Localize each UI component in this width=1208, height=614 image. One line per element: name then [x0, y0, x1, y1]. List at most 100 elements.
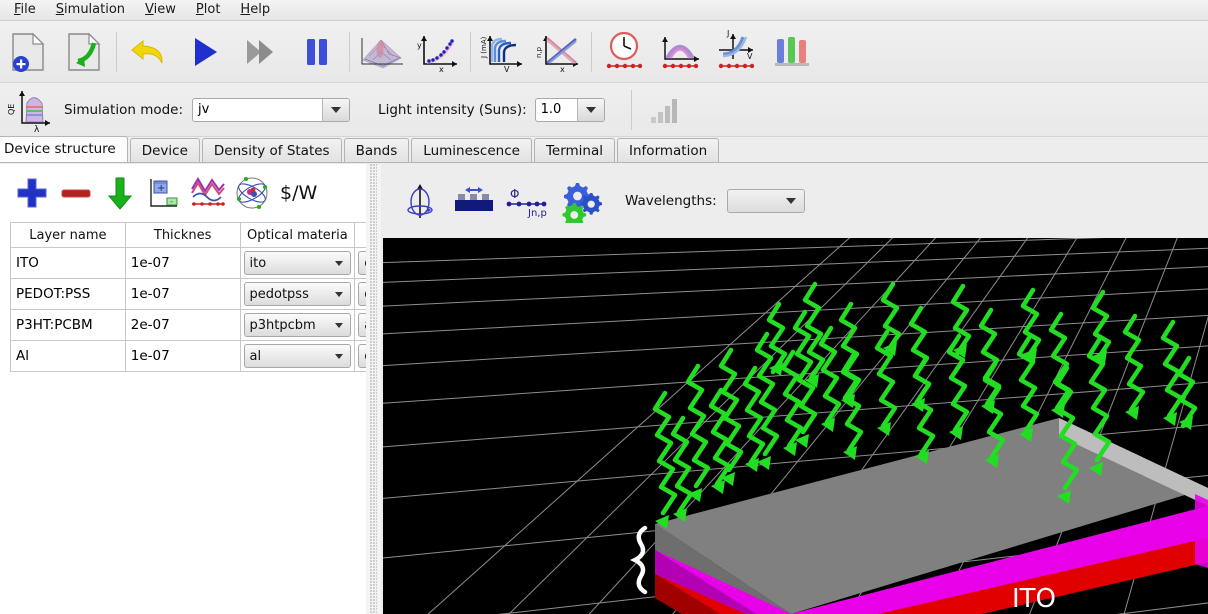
- cell-layer-type[interactable]: active: [354, 309, 366, 341]
- qe-plot-button[interactable]: QE λ: [6, 86, 56, 134]
- cell-thickness[interactable]: 1e-07: [124, 278, 241, 310]
- cell-layer-type[interactable]: other: [354, 278, 366, 310]
- scatter-fit-button[interactable]: y x: [410, 24, 466, 80]
- menu-item-file[interactable]: File: [4, 0, 46, 20]
- view-toolbar: Φ Jn,p Wavelengths:: [381, 164, 1208, 238]
- cell-optical-material[interactable]: pedotpss: [239, 278, 356, 310]
- cell-thickness[interactable]: 1e-07: [124, 340, 241, 372]
- time-domain-button[interactable]: [596, 24, 652, 80]
- column-header-layer-type[interactable]: Laye: [354, 222, 366, 248]
- cell-thickness[interactable]: 1e-07: [124, 247, 241, 279]
- chevron-down-icon: [328, 260, 350, 266]
- svg-text:Φ: Φ: [510, 187, 519, 201]
- menu-item-simulation[interactable]: Simulation: [46, 0, 135, 20]
- layer-type-combobox[interactable]: active: [358, 313, 366, 337]
- rotate-view-button[interactable]: [393, 176, 447, 226]
- menu-item-view[interactable]: View: [135, 0, 186, 20]
- tab-device-structure[interactable]: Device structure: [0, 136, 128, 162]
- flux-jnp-icon: Φ Jn,p: [506, 187, 547, 219]
- wavelengths-label: Wavelengths:: [625, 193, 717, 209]
- device-view-pane: Φ Jn,p Wavelengths: ITO: [381, 164, 1208, 614]
- pause-icon: [307, 38, 327, 65]
- spectrum-button[interactable]: [764, 24, 820, 80]
- simulation-mode-combobox[interactable]: jv: [192, 97, 351, 122]
- material-database-button[interactable]: [230, 171, 274, 215]
- menu-item-plot[interactable]: Plot: [186, 0, 231, 20]
- tab-density-of-states[interactable]: Density of States: [201, 138, 342, 162]
- layer-type-combobox[interactable]: other: [358, 282, 366, 306]
- pane-splitter[interactable]: [366, 164, 381, 614]
- table-row[interactable]: ITO 1e-07 ito contac: [10, 247, 366, 279]
- undo-button[interactable]: [121, 24, 177, 80]
- svg-text:x: x: [439, 65, 444, 74]
- table-row[interactable]: PEDOT:PSS 1e-07 pedotpss other: [10, 278, 366, 310]
- layer-type-combobox[interactable]: contac: [358, 251, 366, 275]
- np-curve-button[interactable]: n,p x: [531, 24, 587, 80]
- simtoolbar-separator: [630, 89, 632, 130]
- table-row[interactable]: Al 1e-07 al contac: [10, 340, 366, 372]
- layer-type-combobox[interactable]: contac: [358, 344, 366, 368]
- toolbar-separator-1: [116, 31, 117, 72]
- flux-jnp-button[interactable]: Φ Jn,p: [501, 176, 555, 226]
- svg-text:Jn,p: Jn,p: [527, 208, 547, 219]
- run-button[interactable]: [177, 24, 233, 80]
- layer-view-button[interactable]: [447, 176, 501, 226]
- layers-table: Layer name Thicknes Optical materia Laye…: [10, 222, 366, 372]
- add-layer-icon: [17, 178, 47, 208]
- table-header-row: Layer name Thicknes Optical materia Laye: [10, 222, 366, 248]
- jv-axes-button[interactable]: J V: [708, 24, 764, 80]
- cell-layer-name[interactable]: P3HT:PCBM: [10, 309, 126, 341]
- device-3d-canvas[interactable]: [383, 238, 1208, 614]
- wavelengths-combobox[interactable]: [726, 189, 805, 213]
- optical-material-combobox[interactable]: ito: [243, 251, 352, 275]
- optical-material-combobox[interactable]: p3htpcbm: [243, 313, 352, 337]
- optical-material-value: ito: [249, 255, 267, 271]
- step-button[interactable]: [233, 24, 289, 80]
- column-header-thickness[interactable]: Thicknes: [124, 222, 241, 248]
- cell-optical-material[interactable]: al: [239, 340, 356, 372]
- move-layer-down-button[interactable]: [98, 171, 142, 215]
- remove-layer-button[interactable]: [54, 171, 98, 215]
- cell-optical-material[interactable]: p3htpcbm: [239, 309, 356, 341]
- cell-layer-type[interactable]: contac: [354, 340, 366, 372]
- layer-type-value: contac: [359, 349, 366, 364]
- column-header-layer-name[interactable]: Layer name: [10, 222, 126, 248]
- tab-bands[interactable]: Bands: [343, 138, 410, 162]
- tab-device[interactable]: Device: [129, 138, 200, 162]
- layer-label-ito: ITO: [1012, 584, 1057, 614]
- device-3d-view[interactable]: ITO: [383, 238, 1208, 614]
- view-settings-button[interactable]: [555, 176, 609, 226]
- surface-plot-button[interactable]: [354, 24, 410, 80]
- new-file-button[interactable]: [0, 24, 56, 80]
- remove-layer-icon: [61, 189, 91, 198]
- optical-material-combobox[interactable]: al: [243, 344, 352, 368]
- tab-information[interactable]: Information: [617, 138, 720, 162]
- cell-thickness[interactable]: 2e-07: [124, 309, 241, 341]
- add-layer-button[interactable]: [10, 171, 54, 215]
- column-header-optical-material[interactable]: Optical materia: [239, 222, 356, 248]
- cell-layer-name[interactable]: Al: [10, 340, 126, 372]
- tab-terminal[interactable]: Terminal: [533, 138, 616, 162]
- cell-layer-type[interactable]: contac: [354, 247, 366, 279]
- light-intensity-combobox[interactable]: 1.0: [534, 97, 605, 122]
- jv-curve-button[interactable]: J (mA) V: [475, 24, 531, 80]
- cell-layer-name[interactable]: ITO: [10, 247, 126, 279]
- optical-parameters-button[interactable]: [186, 171, 230, 215]
- pulse-button[interactable]: [652, 24, 708, 80]
- undo-icon: [131, 39, 163, 63]
- tab-luminescence[interactable]: Luminescence: [411, 138, 532, 162]
- menu-item-help[interactable]: Help: [230, 0, 280, 20]
- electrical-parameters-button[interactable]: + -: [142, 171, 186, 215]
- table-row[interactable]: P3HT:PCBM 2e-07 p3htpcbm active: [10, 309, 366, 341]
- cell-layer-name[interactable]: PEDOT:PSS: [10, 278, 126, 310]
- open-file-button[interactable]: [56, 24, 112, 80]
- bar-chart-button[interactable]: [642, 88, 688, 132]
- chevron-down-icon: [328, 291, 350, 297]
- scatter-fit-icon: y x: [417, 35, 457, 74]
- step-icon: [247, 39, 273, 64]
- cost-per-watt-button[interactable]: $/W: [280, 182, 317, 204]
- optical-material-combobox[interactable]: pedotpss: [243, 282, 352, 306]
- run-icon: [195, 37, 217, 66]
- pause-button[interactable]: [289, 24, 345, 80]
- cell-optical-material[interactable]: ito: [239, 247, 356, 279]
